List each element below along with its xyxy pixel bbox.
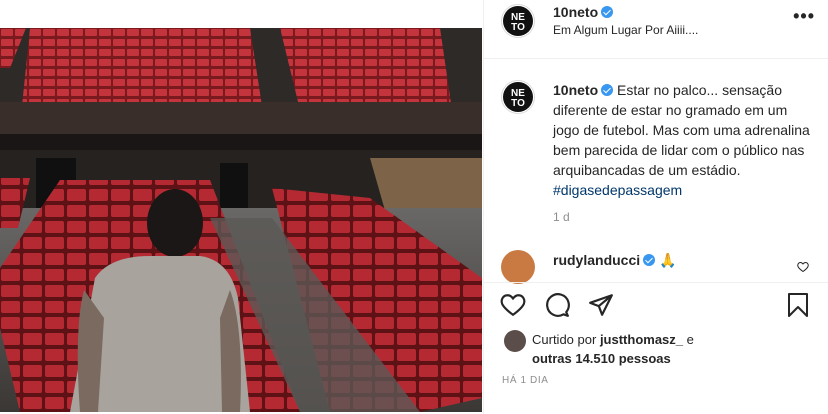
author-avatar[interactable]: NE TO bbox=[501, 4, 535, 38]
verified-icon bbox=[643, 254, 656, 266]
post-details-panel: NE TO 10neto Em Algum Lugar Por Aiiii...… bbox=[483, 0, 828, 414]
comment-icon[interactable] bbox=[544, 292, 570, 323]
author-username[interactable]: 10neto bbox=[553, 4, 598, 20]
caption-avatar[interactable]: NE TO bbox=[501, 80, 535, 114]
theater-photo-illustration bbox=[0, 28, 482, 412]
liker-username[interactable]: justthomasz_ bbox=[600, 332, 683, 347]
comment-like-heart-icon[interactable] bbox=[797, 260, 809, 278]
liker-avatar[interactable] bbox=[504, 330, 526, 352]
verified-icon bbox=[601, 6, 614, 18]
likes-prefix: Curtido por bbox=[532, 332, 597, 347]
neto-logo-icon: NE TO bbox=[503, 82, 533, 112]
likes-others[interactable]: outras 14.510 pessoas bbox=[532, 351, 671, 366]
verified-icon bbox=[601, 84, 614, 96]
top-margin bbox=[0, 0, 482, 28]
post-location[interactable]: Em Algum Lugar Por Aiiii.... bbox=[553, 23, 698, 37]
post-header: NE TO 10neto Em Algum Lugar Por Aiiii...… bbox=[484, 0, 828, 59]
comment-text: 🙏 bbox=[659, 252, 677, 268]
actions-divider bbox=[484, 282, 828, 283]
bookmark-icon[interactable] bbox=[786, 292, 810, 323]
caption-age[interactable]: 1 d bbox=[553, 210, 570, 224]
commenter-avatar[interactable] bbox=[501, 250, 535, 284]
post-caption: 10neto Estar no palco... sensação difere… bbox=[553, 80, 815, 200]
likes-connector: e bbox=[686, 332, 694, 347]
comment-username[interactable]: rudylanducci bbox=[553, 252, 640, 268]
svg-text:TO: TO bbox=[511, 22, 525, 33]
caption-username[interactable]: 10neto bbox=[553, 82, 598, 98]
post-timestamp[interactable]: HÁ 1 DIA bbox=[502, 375, 548, 386]
neto-logo-icon: NE TO bbox=[503, 6, 533, 36]
share-icon[interactable] bbox=[588, 292, 614, 323]
heart-icon[interactable] bbox=[500, 292, 526, 323]
post-photo[interactable] bbox=[0, 28, 482, 412]
svg-text:TO: TO bbox=[511, 98, 525, 109]
more-options-icon[interactable]: ••• bbox=[793, 6, 815, 27]
post-actions bbox=[500, 292, 815, 320]
comment: rudylanducci 🙏 bbox=[553, 252, 676, 269]
caption-hashtag[interactable]: #digasedepassagem bbox=[553, 182, 682, 198]
